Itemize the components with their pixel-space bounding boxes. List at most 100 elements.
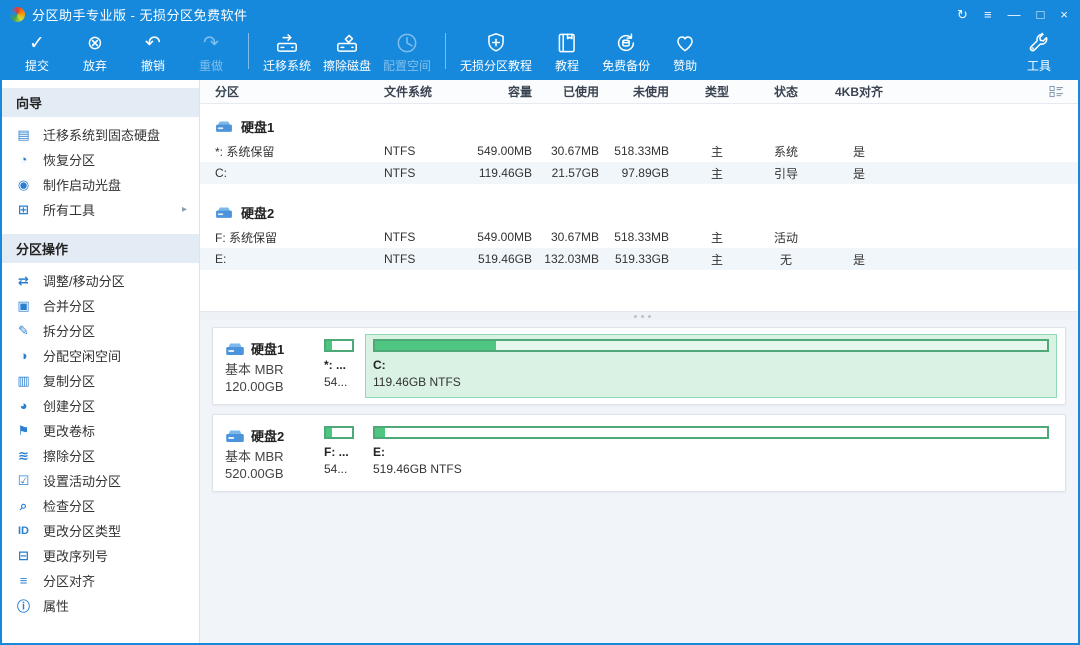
toolbar-migrate-os-button[interactable]: 迁移系统 <box>257 27 317 74</box>
disk-group-row[interactable]: 硬盘2 <box>200 198 1078 226</box>
partition-block-c[interactable]: C: 119.46GB NTFS <box>365 334 1057 398</box>
sidebar-item-create-partition[interactable]: ◕ 创建分区 <box>2 393 199 418</box>
hard-disk-icon <box>225 341 245 356</box>
refresh-button[interactable]: ↻ <box>957 8 968 21</box>
disk-eraser-icon <box>334 29 360 57</box>
partition-row[interactable]: E: NTFS 519.46GB 132.03MB 519.33GB 主 无 是 <box>200 248 1078 270</box>
sidebar-section-wizards: 向导 <box>2 88 199 117</box>
partition-row[interactable]: C: NTFS 119.46GB 21.57GB 97.89GB 主 引导 是 <box>200 162 1078 184</box>
minimize-button[interactable]: — <box>1008 8 1021 21</box>
sidebar-item-check-partition[interactable]: ⌕ 检查分区 <box>2 493 199 518</box>
partition-block-f[interactable]: F: ... 54... <box>321 421 357 485</box>
sidebar-item-partition-alignment[interactable]: ≡ 分区对齐 <box>2 568 199 593</box>
sidebar-item-change-serial-number[interactable]: ⊟ 更改序列号 <box>2 543 199 568</box>
wrench-icon <box>1026 29 1052 57</box>
id-icon: ID <box>14 525 33 537</box>
wipe-icon: ≋ <box>14 448 33 464</box>
toolbar-separator <box>445 33 446 69</box>
sidebar-item-merge-partitions[interactable]: ▣ 合并分区 <box>2 293 199 318</box>
disk-arrow-icon <box>274 29 300 57</box>
chevron-right-icon: ▸ <box>182 204 187 215</box>
book-icon <box>554 29 580 57</box>
disk-map-panel: 硬盘1 基本 MBR 120.00GB *: ... 54... <box>200 320 1078 643</box>
create-icon: ◕ <box>14 398 33 413</box>
usage-bar <box>373 339 1049 352</box>
info-icon: ⓘ <box>14 596 33 615</box>
toolbar-tutorial-button[interactable]: 教程 <box>538 27 596 74</box>
partition-block-e[interactable]: E: 519.46GB NTFS <box>365 421 1057 485</box>
toolbar-allocate-space-button[interactable]: 配置空间 <box>377 27 437 74</box>
sidebar-item-make-bootable-media[interactable]: ◉ 制作启动光盘 <box>2 172 199 197</box>
table-header: 分区 文件系统 容量 已使用 未使用 类型 状态 4KB对齐 <box>200 80 1078 104</box>
toolbar-wipe-disk-button[interactable]: 擦除磁盘 <box>317 27 377 74</box>
toolbar-redo-button[interactable]: ↷ 重做 <box>182 27 240 74</box>
tag-icon: ⚑ <box>14 423 33 439</box>
disk-info[interactable]: 硬盘1 基本 MBR 120.00GB <box>221 334 321 398</box>
sidebar-item-all-tools[interactable]: ⊞ 所有工具 ▸ <box>2 197 199 222</box>
toolbar-partition-tutorial-button[interactable]: 无损分区教程 <box>454 27 538 74</box>
sidebar-item-migrate-os-to-ssd[interactable]: ▤ 迁移系统到固态硬盘 <box>2 122 199 147</box>
toolbar-undo-button[interactable]: ↶ 撤销 <box>124 27 182 74</box>
partition-table: 分区 文件系统 容量 已使用 未使用 类型 状态 4KB对齐 <box>200 80 1078 311</box>
sidebar-item-copy-partition[interactable]: ▥ 复制分区 <box>2 368 199 393</box>
sidebar-item-properties[interactable]: ⓘ 属性 <box>2 593 199 618</box>
disk-info[interactable]: 硬盘2 基本 MBR 520.00GB <box>221 421 321 485</box>
redo-icon: ↷ <box>203 29 219 57</box>
resize-icon: ⇄ <box>14 273 33 289</box>
heart-icon <box>672 29 698 57</box>
disk-size: 520.00GB <box>225 466 321 481</box>
usage-bar <box>324 339 354 352</box>
app-logo-icon <box>10 7 25 22</box>
sidebar-item-set-active-partition[interactable]: ☑ 设置活动分区 <box>2 468 199 493</box>
menu-button[interactable]: ≡ <box>984 8 992 21</box>
sidebar-item-allocate-free-space[interactable]: ◑ 分配空闲空间 <box>2 343 199 368</box>
sidebar-item-split-partition[interactable]: ✎ 拆分分区 <box>2 318 199 343</box>
sidebar: 向导 ▤ 迁移系统到固态硬盘 ◔ 恢复分区 ◉ 制作启动光盘 ⊞ 所有工具 ▸ <box>2 80 200 643</box>
disk-style: 基本 MBR <box>225 446 321 465</box>
merge-icon: ▣ <box>14 298 33 314</box>
copy-icon: ▥ <box>14 373 33 389</box>
title-bar: 分区助手专业版 - 无损分区免费软件 ↻ ≡ — □ × <box>2 2 1078 26</box>
magnifier-icon: ⌕ <box>14 498 33 514</box>
hard-disk-icon <box>215 205 233 219</box>
usage-bar <box>373 426 1049 439</box>
partition-row[interactable]: F: 系统保留 NTFS 549.00MB 30.67MB 518.33MB 主… <box>200 226 1078 248</box>
sidebar-item-recover-partition[interactable]: ◔ 恢复分区 <box>2 147 199 172</box>
sidebar-item-wipe-partition[interactable]: ≋ 擦除分区 <box>2 443 199 468</box>
disk-group-row[interactable]: 硬盘1 <box>200 112 1078 140</box>
disk-icon: ▤ <box>14 127 33 143</box>
toolbar-sponsor-button[interactable]: 赞助 <box>656 27 714 74</box>
clock-icon <box>394 29 420 57</box>
toolbar-discard-button[interactable]: ⊗ 放弃 <box>66 27 124 74</box>
maximize-button[interactable]: □ <box>1037 8 1045 21</box>
column-options-icon[interactable] <box>907 85 1078 98</box>
pie-icon: ◑ <box>14 348 33 363</box>
close-button[interactable]: × <box>1060 8 1068 21</box>
backup-sync-icon <box>613 29 639 57</box>
partition-row[interactable]: *: 系统保留 NTFS 549.00MB 30.67MB 518.33MB 主… <box>200 140 1078 162</box>
split-pen-icon: ✎ <box>14 323 33 339</box>
check-icon: ✓ <box>29 29 45 57</box>
sidebar-section-partition-ops: 分区操作 <box>2 234 199 263</box>
circle-x-icon: ⊗ <box>87 29 103 57</box>
hard-disk-icon <box>215 119 233 133</box>
app-window: 分区助手专业版 - 无损分区免费软件 ↻ ≡ — □ × ✓ 提交 ⊗ 放弃 ↶… <box>0 0 1080 645</box>
disc-icon: ◉ <box>14 177 33 193</box>
toolbar-submit-button[interactable]: ✓ 提交 <box>8 27 66 74</box>
sidebar-item-resize-move-partition[interactable]: ⇄ 调整/移动分区 <box>2 268 199 293</box>
serial-number-icon: ⊟ <box>14 548 33 564</box>
hard-disk-icon <box>225 428 245 443</box>
window-title: 分区助手专业版 - 无损分区免费软件 <box>32 5 248 24</box>
align-icon: ≡ <box>14 573 33 588</box>
toolbar-tools-button[interactable]: 工具 <box>1010 27 1068 74</box>
disk-card: 硬盘1 基本 MBR 120.00GB *: ... 54... <box>212 327 1066 405</box>
disk-style: 基本 MBR <box>225 359 321 378</box>
recover-icon: ◔ <box>14 152 33 167</box>
partition-block-system-reserved[interactable]: *: ... 54... <box>321 334 357 398</box>
panel-splitter[interactable] <box>200 311 1078 320</box>
sidebar-item-change-label[interactable]: ⚑ 更改卷标 <box>2 418 199 443</box>
usage-bar <box>324 426 354 439</box>
sidebar-item-change-partition-type[interactable]: ID 更改分区类型 <box>2 518 199 543</box>
toolbar-free-backup-button[interactable]: 免费备份 <box>596 27 656 74</box>
grid-icon: ⊞ <box>14 202 33 218</box>
